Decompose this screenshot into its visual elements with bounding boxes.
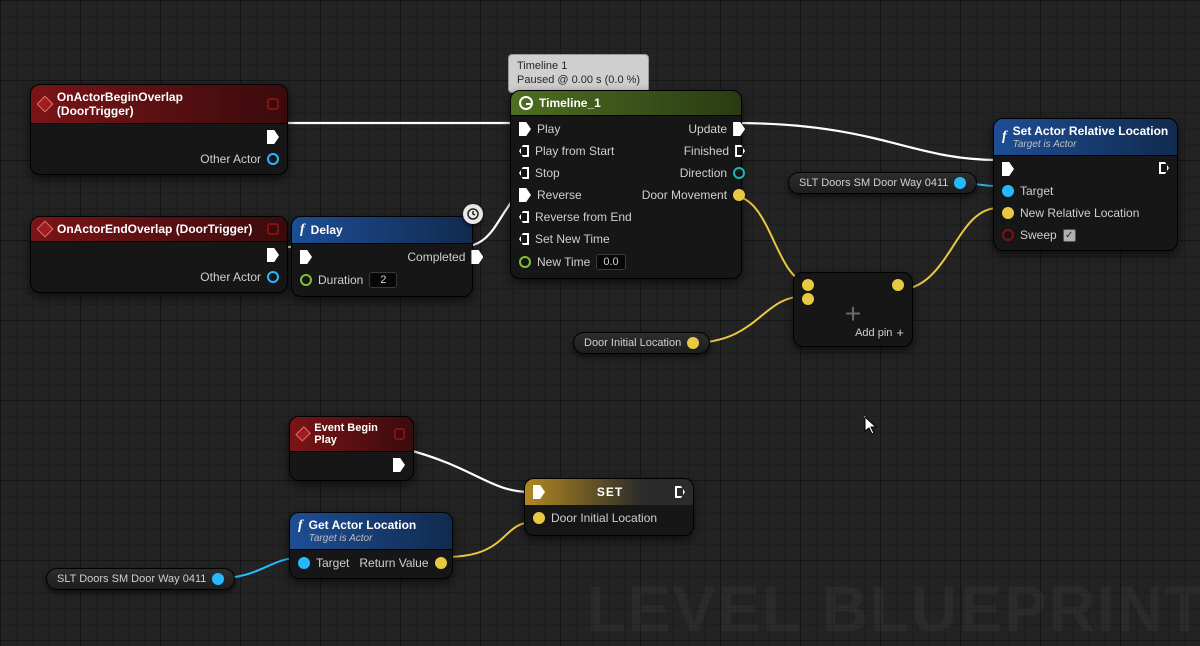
breakpoint-icon[interactable] — [394, 428, 405, 440]
pin-other-actor[interactable]: Other Actor — [200, 152, 279, 166]
pin-reverse[interactable]: Reverse — [519, 188, 632, 202]
watermark: LEVEL BLUEPRINT — [587, 572, 1200, 646]
pin-door-movement[interactable]: Door Movement — [642, 188, 745, 202]
node-on-actor-end-overlap[interactable]: OnActorEndOverlap (DoorTrigger) Other Ac… — [30, 216, 288, 293]
pin-direction[interactable]: Direction — [680, 166, 745, 180]
mouse-cursor — [864, 416, 878, 434]
pin-in-b[interactable] — [802, 293, 814, 305]
pin-sweep[interactable]: Sweep✓ — [1002, 228, 1139, 242]
pin-new-relative-location[interactable]: New Relative Location — [1002, 206, 1139, 220]
breakpoint-icon[interactable] — [267, 98, 279, 110]
node-title: Get Actor Location — [309, 518, 417, 532]
node-add-vector[interactable]: + Add pin + — [793, 272, 913, 347]
node-set-actor-relative-location[interactable]: f Set Actor Relative Location Target is … — [993, 118, 1178, 251]
pin-out[interactable] — [212, 573, 224, 585]
pin-play[interactable]: Play — [519, 122, 632, 136]
node-delay[interactable]: f Delay Duration 2 Completed — [291, 216, 473, 297]
function-icon: f — [300, 222, 305, 238]
pin-set-new-time[interactable]: Set New Time — [519, 232, 632, 246]
tooltip-line-2: Paused @ 0.00 s (0.0 %) — [517, 73, 640, 87]
event-icon — [37, 221, 54, 238]
node-title: Timeline_1 — [539, 96, 601, 110]
node-subtitle: Target is Actor — [309, 533, 417, 544]
pin-reverse-from-end[interactable]: Reverse from End — [519, 210, 632, 224]
exec-out-pin[interactable] — [393, 458, 405, 472]
exec-out-pin[interactable] — [267, 130, 279, 144]
variable-slt-doors-top[interactable]: SLT Doors SM Door Way 0411 — [788, 172, 977, 194]
variable-door-initial-location[interactable]: Door Initial Location — [573, 332, 710, 354]
event-icon — [295, 426, 311, 442]
pin-stop[interactable]: Stop — [519, 166, 632, 180]
tooltip-line-1: Timeline 1 — [517, 59, 640, 73]
event-icon — [37, 96, 54, 113]
timeline-icon — [519, 96, 533, 110]
pin-in-a[interactable] — [802, 279, 814, 291]
node-title: Event Begin Play — [314, 422, 388, 446]
variable-slt-doors-bottom[interactable]: SLT Doors SM Door Way 0411 — [46, 568, 235, 590]
function-icon: f — [298, 518, 303, 534]
function-icon: f — [1002, 129, 1007, 145]
sweep-checkbox[interactable]: ✓ — [1063, 229, 1076, 242]
pin-update[interactable]: Update — [688, 122, 745, 136]
exec-in-pin[interactable] — [300, 250, 397, 264]
pin-out[interactable] — [954, 177, 966, 189]
pin-finished[interactable]: Finished — [684, 144, 745, 158]
pin-play-from-start[interactable]: Play from Start — [519, 144, 632, 158]
node-title: OnActorEndOverlap (DoorTrigger) — [57, 222, 252, 236]
exec-out-pin[interactable] — [1159, 162, 1169, 174]
breakpoint-icon[interactable] — [267, 223, 279, 235]
exec-out-pin[interactable] — [675, 486, 685, 498]
timeline-tooltip: Timeline 1 Paused @ 0.00 s (0.0 %) — [508, 54, 649, 93]
node-subtitle: Target is Actor — [1013, 139, 1169, 150]
pin-target[interactable]: Target — [298, 556, 349, 570]
pin-other-actor[interactable]: Other Actor — [200, 270, 279, 284]
exec-out-pin[interactable] — [267, 248, 279, 262]
node-get-actor-location[interactable]: f Get Actor Location Target is Actor Tar… — [289, 512, 453, 579]
pin-completed[interactable]: Completed — [407, 250, 483, 264]
node-title: Set Actor Relative Location — [1013, 124, 1169, 138]
pin-duration[interactable]: Duration 2 — [300, 272, 397, 288]
node-event-begin-play[interactable]: Event Begin Play — [289, 416, 414, 481]
pin-out[interactable] — [892, 279, 904, 291]
node-title: OnActorBeginOverlap (DoorTrigger) — [57, 90, 261, 118]
plus-icon: + — [794, 307, 912, 325]
exec-in-pin[interactable] — [1002, 162, 1139, 176]
node-set-variable[interactable]: SET Door Initial Location — [524, 478, 694, 536]
node-title: Delay — [311, 223, 343, 237]
exec-in-pin[interactable] — [533, 485, 545, 499]
node-title: SET — [597, 485, 623, 499]
pin-door-initial-location[interactable]: Door Initial Location — [533, 511, 685, 525]
pin-new-time[interactable]: New Time 0.0 — [519, 254, 632, 270]
pin-return-value[interactable]: Return Value — [359, 556, 446, 570]
pin-out[interactable] — [687, 337, 699, 349]
duration-input[interactable]: 2 — [369, 272, 397, 288]
node-on-actor-begin-overlap[interactable]: OnActorBeginOverlap (DoorTrigger) Other … — [30, 84, 288, 175]
pin-target[interactable]: Target — [1002, 184, 1139, 198]
latent-clock-icon — [463, 204, 483, 224]
new-time-input[interactable]: 0.0 — [596, 254, 625, 270]
node-timeline[interactable]: Timeline_1 Play Play from Start Stop Rev… — [510, 90, 742, 279]
